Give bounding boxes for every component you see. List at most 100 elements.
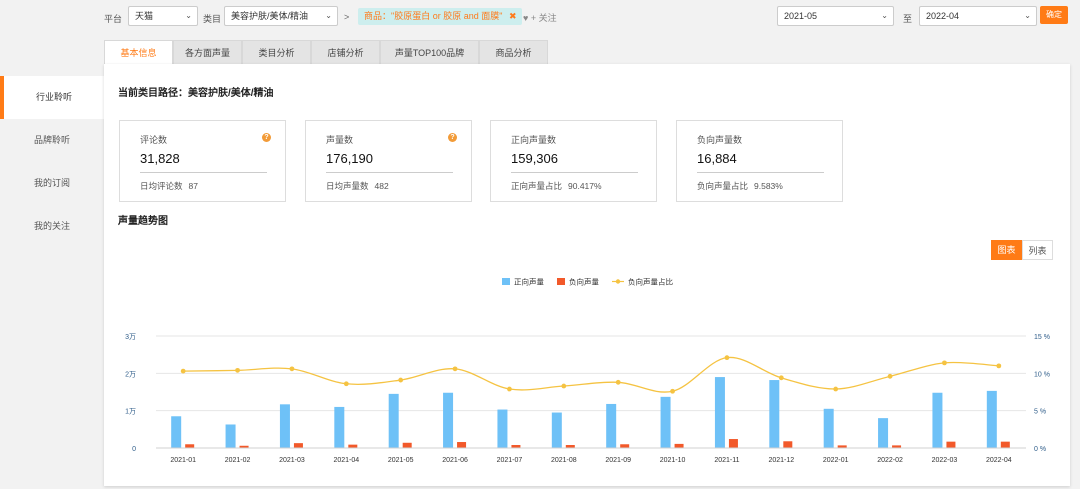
right-axis-tick: 5 % bbox=[1034, 409, 1046, 416]
bar-positive bbox=[932, 392, 943, 448]
volume-trend-chart: 0 1万 2万 3万 0 % 5 % 10 % 15 % 正向声量 负向声量 负向声量占比 2021-… bbox=[125, 277, 1050, 465]
main-panel: 当前类目路径：美容护肤/美体/精油 评论数 ? 31,828 日均评论数 87 声… bbox=[104, 64, 1070, 486]
tab-top100-brands[interactable]: 声量TOP100品牌 bbox=[380, 40, 479, 64]
platform-label: 平台 bbox=[104, 14, 123, 24]
card-title: 评论数 bbox=[140, 135, 168, 145]
bar-positive bbox=[551, 412, 562, 448]
divider bbox=[140, 172, 267, 173]
product-filter-text: 商品："胶原蛋白 or 胶原 and 面膜" bbox=[364, 11, 503, 21]
x-axis-tick: 2022-01 bbox=[823, 457, 849, 464]
ratio-point bbox=[343, 381, 349, 387]
x-axis-tick: 2022-02 bbox=[877, 457, 903, 464]
legend-swatch bbox=[557, 278, 565, 285]
trend-title: 声量趋势图 bbox=[118, 216, 168, 227]
ratio-line bbox=[183, 356, 999, 393]
card-sub: 正向声量占比 90.417% bbox=[511, 180, 602, 192]
date-start-value: 2021-05 bbox=[784, 11, 818, 21]
chevron-down-icon: ⌄ bbox=[185, 11, 192, 20]
bar-negative bbox=[293, 443, 303, 448]
bar-positive bbox=[878, 418, 889, 448]
right-axis-tick: 10 % bbox=[1034, 371, 1050, 378]
bar-positive bbox=[769, 380, 780, 448]
card-sub-label: 日均声量数 bbox=[326, 181, 369, 191]
x-axis-tick: 2021-07 bbox=[497, 457, 523, 464]
date-end-select[interactable]: 2022-04 ⌄ bbox=[919, 6, 1037, 26]
x-axis-tick: 2021-09 bbox=[605, 457, 631, 464]
card-sub: 负向声量占比 9.583% bbox=[697, 180, 783, 192]
card-sub: 日均评论数 87 bbox=[140, 180, 198, 192]
date-start-select[interactable]: 2021-05 ⌄ bbox=[777, 6, 894, 26]
left-axis-tick: 1万 bbox=[125, 408, 136, 416]
divider bbox=[697, 172, 824, 173]
ratio-point bbox=[180, 368, 186, 374]
close-icon[interactable]: ✖ bbox=[509, 11, 517, 21]
ratio-point bbox=[887, 373, 893, 379]
bar-positive bbox=[279, 404, 290, 448]
bar-negative bbox=[674, 443, 684, 448]
bar-positive bbox=[986, 390, 997, 448]
category-value: 美容护肤/美体/精油 bbox=[231, 11, 309, 21]
stat-card-volume: 声量数 ? 176,190 日均声量数 482 bbox=[305, 120, 472, 202]
card-sub-value: 9.583% bbox=[754, 181, 783, 191]
date-end-value: 2022-04 bbox=[926, 11, 960, 21]
bar-positive bbox=[714, 377, 725, 448]
ratio-point bbox=[235, 367, 240, 373]
follow-button[interactable]: ♥ + 关注 bbox=[523, 11, 557, 24]
card-title: 正向声量数 bbox=[511, 135, 557, 145]
ratio-point bbox=[398, 377, 404, 383]
ratio-point bbox=[833, 386, 839, 392]
date-to-label: 至 bbox=[903, 14, 913, 24]
sidebar: 行业聆听 品牌聆听 我的订阅 我的关注 bbox=[0, 76, 104, 248]
x-axis-tick: 2021-01 bbox=[170, 457, 196, 464]
right-axis-tick: 15 % bbox=[1034, 334, 1050, 341]
card-sub-value: 482 bbox=[374, 181, 389, 191]
bar-positive bbox=[606, 403, 617, 448]
filter-bar: 平台 天猫 ⌄ 类目 美容护肤/美体/精油 ⌄ > 商品："胶原蛋白 or 胶原… bbox=[0, 0, 1080, 34]
chevron-down-icon: ⌄ bbox=[881, 11, 888, 20]
bar-positive bbox=[823, 408, 834, 448]
help-icon[interactable]: ? bbox=[262, 133, 271, 142]
bar-negative bbox=[185, 444, 195, 448]
left-axis-tick: 2万 bbox=[125, 370, 136, 378]
right-axis-tick: 0 % bbox=[1034, 446, 1046, 453]
bar-negative bbox=[1000, 441, 1010, 448]
bar-negative bbox=[402, 442, 412, 448]
tab-aspect-volume[interactable]: 各方面声量 bbox=[173, 40, 242, 64]
x-axis-tick: 2021-06 bbox=[442, 457, 468, 464]
sidebar-item-industry[interactable]: 行业聆听 bbox=[0, 76, 104, 119]
ratio-point bbox=[452, 366, 458, 372]
bar-positive bbox=[443, 392, 454, 448]
category-label: 类目 bbox=[203, 14, 222, 24]
divider bbox=[326, 172, 453, 173]
chevron-down-icon: ⌄ bbox=[325, 11, 332, 20]
bar-positive bbox=[388, 393, 399, 448]
sidebar-item-follows[interactable]: 我的关注 bbox=[0, 205, 104, 248]
bar-negative bbox=[728, 439, 738, 448]
platform-select[interactable]: 天猫 ⌄ bbox=[128, 6, 198, 26]
chevron-down-icon: ⌄ bbox=[1024, 11, 1031, 20]
sidebar-item-subscriptions[interactable]: 我的订阅 bbox=[0, 162, 104, 205]
x-axis-tick: 2021-03 bbox=[279, 457, 305, 464]
bar-positive bbox=[660, 396, 671, 448]
x-axis-tick: 2022-03 bbox=[932, 457, 958, 464]
legend-swatch bbox=[502, 278, 510, 285]
ratio-point bbox=[778, 375, 784, 381]
ratio-point bbox=[670, 388, 675, 394]
card-title: 声量数 bbox=[326, 135, 354, 145]
confirm-button[interactable]: 确定 bbox=[1040, 6, 1068, 24]
tab-basic-info[interactable]: 基本信息 bbox=[104, 40, 173, 64]
x-axis-tick: 2021-10 bbox=[660, 457, 686, 464]
category-select[interactable]: 美容护肤/美体/精油 ⌄ bbox=[224, 6, 338, 26]
tab-product-analysis[interactable]: 商品分析 bbox=[479, 40, 548, 64]
x-axis-tick: 2022-04 bbox=[986, 457, 1012, 464]
bar-negative bbox=[946, 441, 956, 448]
ratio-point bbox=[724, 355, 730, 361]
sidebar-item-brand[interactable]: 品牌聆听 bbox=[0, 119, 104, 162]
help-icon[interactable]: ? bbox=[448, 133, 457, 142]
card-sub: 日均声量数 482 bbox=[326, 180, 389, 192]
x-axis-tick: 2021-08 bbox=[551, 457, 577, 464]
tab-shop-analysis[interactable]: 店铺分析 bbox=[311, 40, 380, 64]
tab-category-analysis[interactable]: 类目分析 bbox=[242, 40, 311, 64]
ratio-point bbox=[507, 386, 512, 392]
stat-card-negative: 负向声量数 16,884 负向声量占比 9.583% bbox=[676, 120, 843, 202]
